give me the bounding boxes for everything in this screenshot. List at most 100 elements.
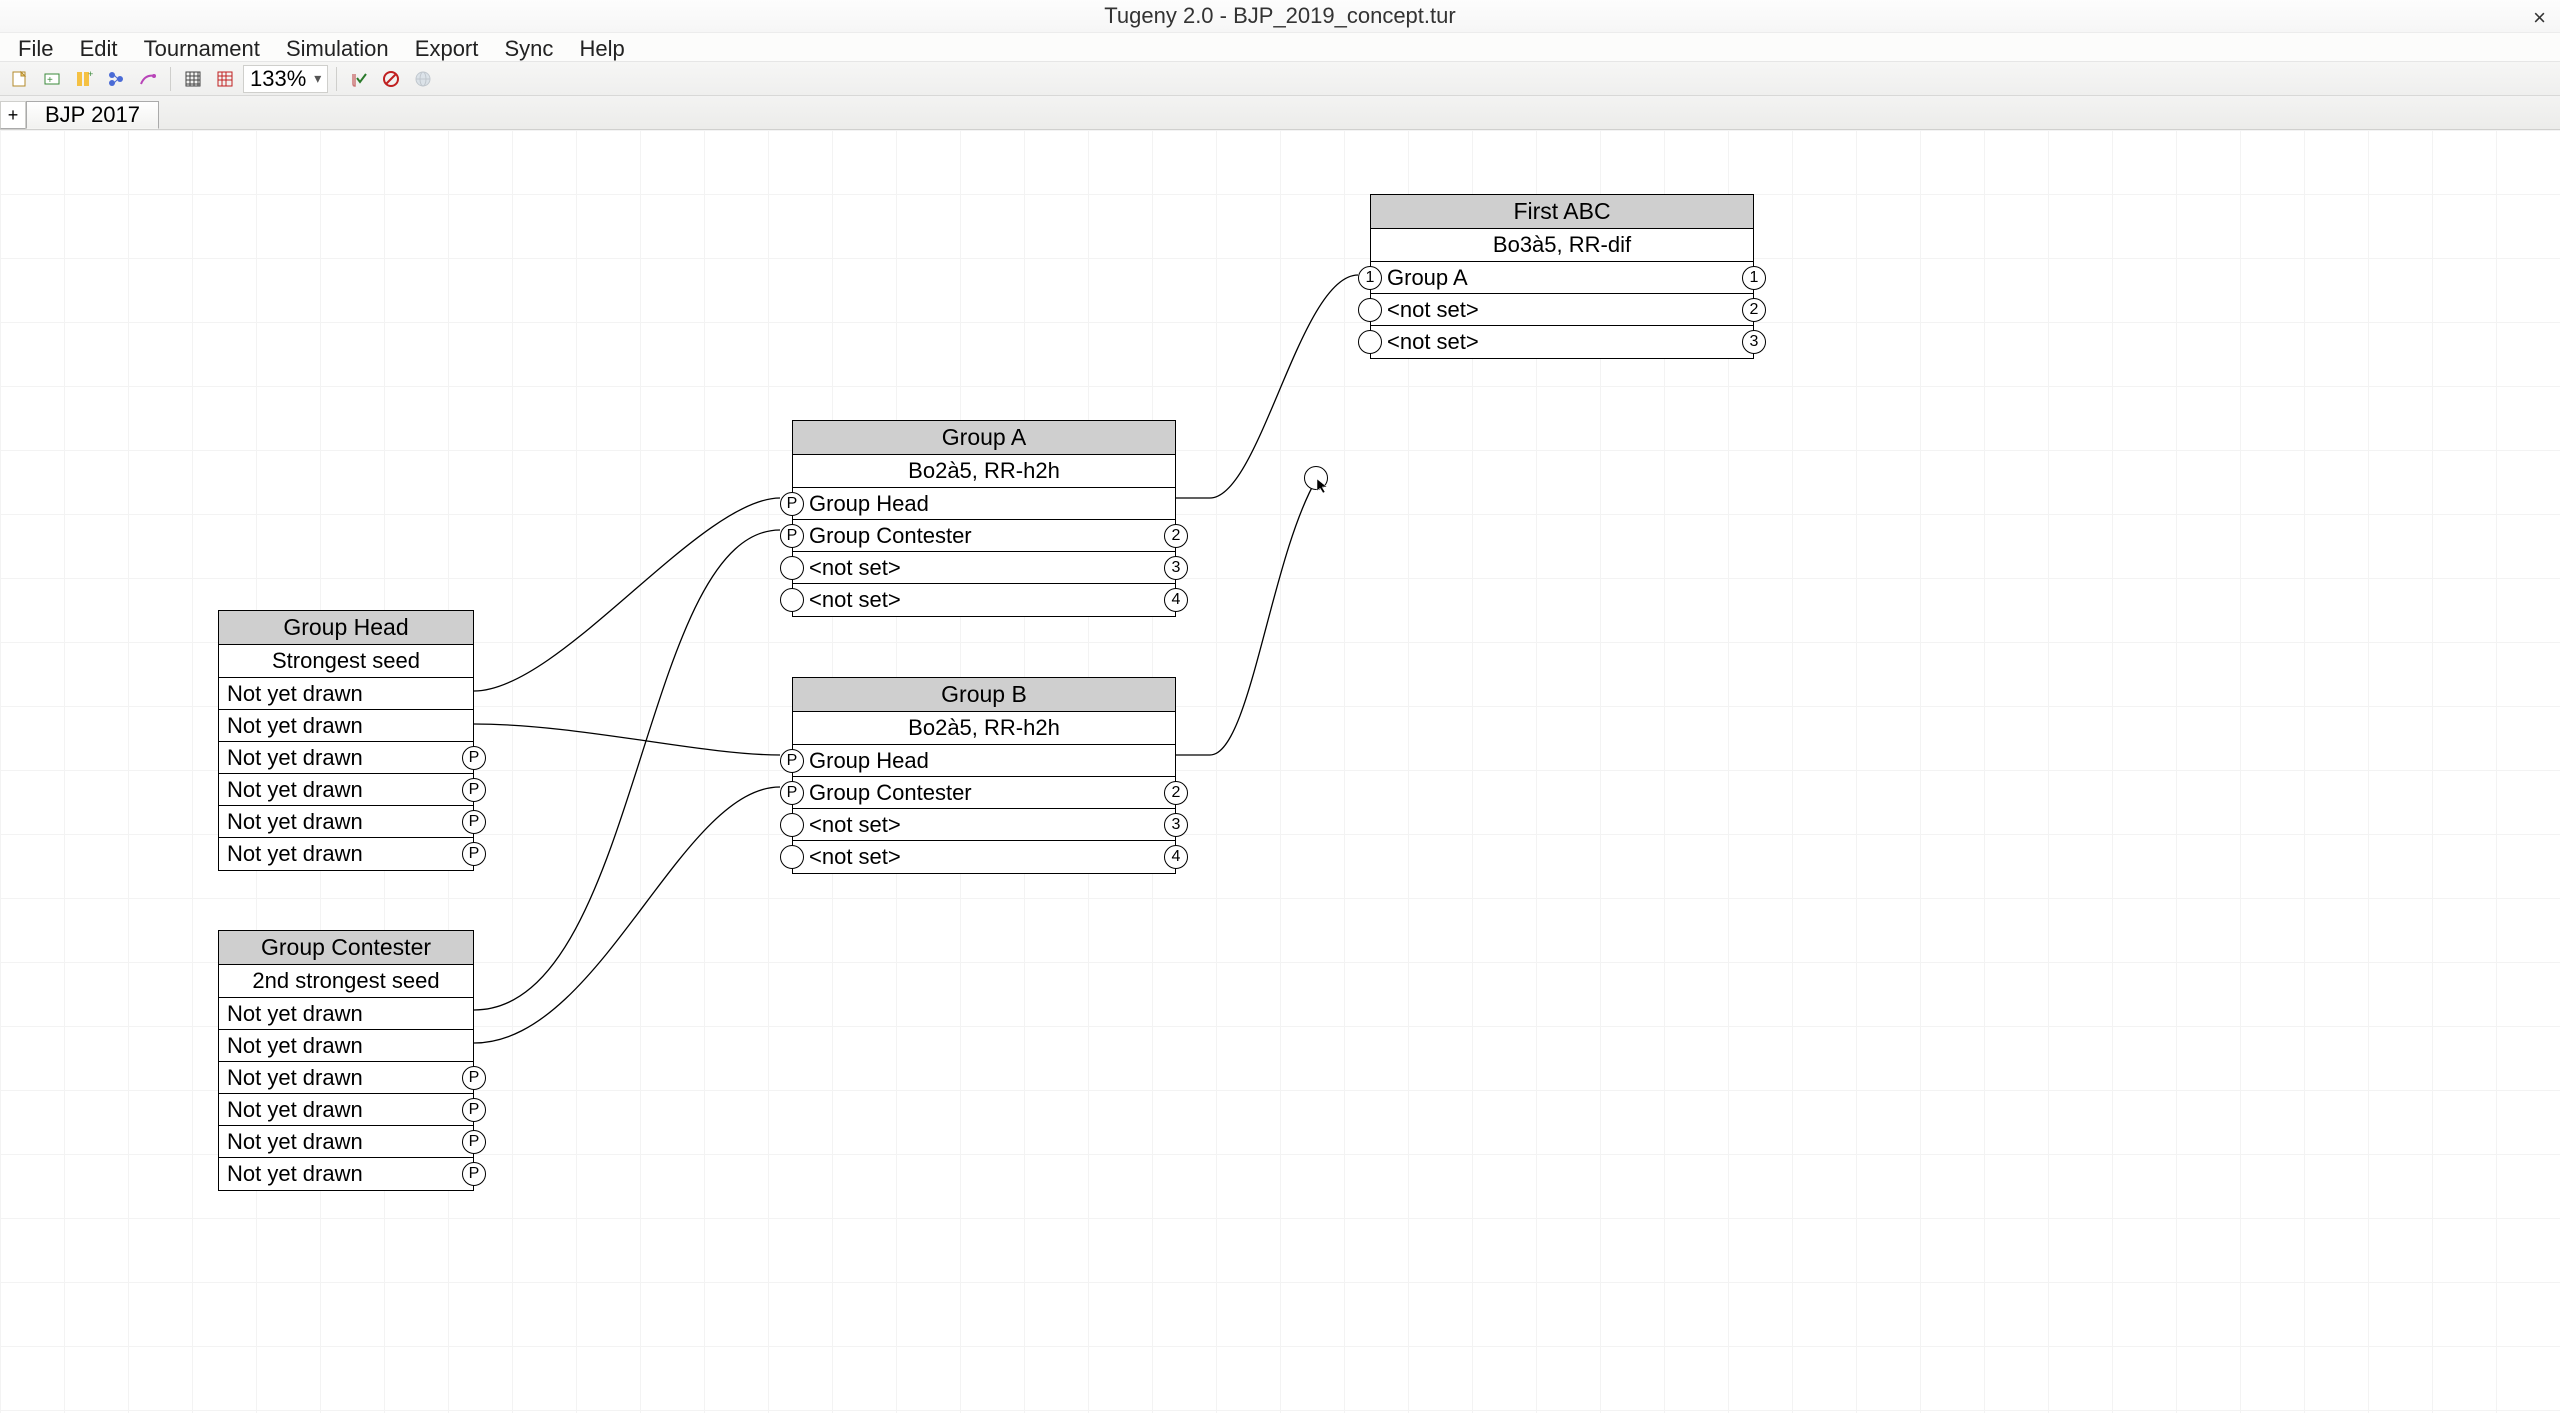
stage-row[interactable]: P Group Contester 2 — [793, 520, 1175, 552]
input-port[interactable] — [780, 845, 804, 869]
output-port[interactable]: P — [462, 1130, 486, 1154]
output-port[interactable]: 4 — [1164, 845, 1188, 869]
stage-row[interactable]: P Group Head — [793, 745, 1175, 777]
node-subtitle: Strongest seed — [219, 645, 473, 678]
output-port[interactable]: 1 — [1742, 266, 1766, 290]
svg-text:+: + — [47, 75, 53, 86]
output-port[interactable]: 2 — [1742, 298, 1766, 322]
grid-red-icon[interactable] — [211, 65, 239, 93]
new-stage-icon[interactable]: + — [38, 65, 66, 93]
zoom-value: 133% — [250, 66, 306, 92]
chevron-down-icon: ▾ — [314, 70, 321, 87]
seed-row[interactable]: Not yet drawn — [219, 1030, 473, 1062]
node-group-b[interactable]: Group B Bo2à5, RR-h2h P Group Head P Gro… — [792, 677, 1176, 874]
input-port[interactable] — [1358, 298, 1382, 322]
output-port[interactable]: P — [462, 810, 486, 834]
stage-row[interactable]: <not set> 3 — [793, 809, 1175, 841]
input-port[interactable]: P — [780, 781, 804, 805]
stage-row[interactable]: P Group Head — [793, 488, 1175, 520]
title-bar: Tugeny 2.0 - BJP_2019_concept.tur × — [0, 0, 2560, 32]
stage-row[interactable]: <not set> 3 — [1371, 326, 1753, 358]
delete-icon[interactable] — [134, 65, 162, 93]
output-port[interactable]: P — [462, 1098, 486, 1122]
menu-tournament[interactable]: Tournament — [134, 33, 270, 62]
node-subtitle: Bo2à5, RR-h2h — [793, 712, 1175, 745]
new-branch-icon[interactable] — [102, 65, 130, 93]
menu-simulation[interactable]: Simulation — [276, 33, 399, 62]
tab-bar: + BJP 2017 — [0, 96, 2560, 130]
seed-row[interactable]: Not yet drawnP — [219, 1158, 473, 1190]
node-title: Group A — [793, 421, 1175, 455]
seed-row[interactable]: Not yet drawnP — [219, 1126, 473, 1158]
grid-icon[interactable] — [179, 65, 207, 93]
menu-edit[interactable]: Edit — [70, 33, 128, 62]
node-title: Group Head — [219, 611, 473, 645]
tab-bjp2017[interactable]: BJP 2017 — [26, 101, 159, 129]
forbidden-icon[interactable] — [377, 65, 405, 93]
new-file-icon[interactable] — [6, 65, 34, 93]
output-port[interactable]: 4 — [1164, 588, 1188, 612]
seed-row[interactable]: Not yet drawnP — [219, 838, 473, 870]
toolbar: + + 133% ▾ — [0, 62, 2560, 96]
output-port[interactable]: 2 — [1164, 781, 1188, 805]
output-port[interactable]: 3 — [1164, 556, 1188, 580]
add-tab-button[interactable]: + — [0, 101, 26, 129]
node-group-contester[interactable]: Group Contester 2nd strongest seed Not y… — [218, 930, 474, 1191]
node-title: Group Contester — [219, 931, 473, 965]
output-port[interactable]: 3 — [1164, 813, 1188, 837]
output-port[interactable]: P — [462, 1162, 486, 1186]
stage-row[interactable]: <not set> 3 — [793, 552, 1175, 584]
input-port[interactable]: P — [780, 749, 804, 773]
menu-export[interactable]: Export — [405, 33, 489, 62]
stage-row[interactable]: P Group Contester 2 — [793, 777, 1175, 809]
menu-bar: File Edit Tournament Simulation Export S… — [0, 32, 2560, 62]
output-port[interactable]: 3 — [1742, 330, 1766, 354]
seed-row[interactable]: Not yet drawn — [219, 678, 473, 710]
node-subtitle: Bo2à5, RR-h2h — [793, 455, 1175, 488]
new-bracket-icon[interactable]: + — [70, 65, 98, 93]
menu-sync[interactable]: Sync — [495, 33, 564, 62]
menu-help[interactable]: Help — [570, 33, 635, 62]
input-port[interactable] — [780, 556, 804, 580]
svg-text:+: + — [88, 70, 93, 79]
input-port[interactable]: 1 — [1358, 266, 1382, 290]
toolbar-separator-2 — [336, 67, 337, 91]
input-port[interactable] — [780, 588, 804, 612]
stage-row[interactable]: <not set> 4 — [793, 841, 1175, 873]
node-subtitle: Bo3à5, RR-dif — [1371, 229, 1753, 262]
node-title: First ABC — [1371, 195, 1753, 229]
stage-row[interactable]: <not set> 4 — [793, 584, 1175, 616]
input-port[interactable]: P — [780, 492, 804, 516]
toolbar-separator — [170, 67, 171, 91]
seed-row[interactable]: Not yet drawnP — [219, 774, 473, 806]
close-icon[interactable]: × — [2533, 2, 2546, 34]
node-group-a[interactable]: Group A Bo2à5, RR-h2h P Group Head P Gro… — [792, 420, 1176, 617]
output-port[interactable]: P — [462, 778, 486, 802]
menu-file[interactable]: File — [8, 33, 63, 62]
globe-icon[interactable] — [409, 65, 437, 93]
seed-row[interactable]: Not yet drawnP — [219, 1062, 473, 1094]
zoom-selector[interactable]: 133% ▾ — [243, 65, 328, 93]
node-group-head[interactable]: Group Head Strongest seed Not yet drawn … — [218, 610, 474, 871]
input-port[interactable] — [780, 813, 804, 837]
output-port[interactable]: P — [462, 1066, 486, 1090]
validate-icon[interactable] — [345, 65, 373, 93]
output-port[interactable]: P — [462, 842, 486, 866]
node-subtitle: 2nd strongest seed — [219, 965, 473, 998]
seed-row[interactable]: Not yet drawnP — [219, 742, 473, 774]
canvas[interactable]: Group Head Strongest seed Not yet drawn … — [0, 130, 2560, 1413]
node-title: Group B — [793, 678, 1175, 712]
seed-row[interactable]: Not yet drawnP — [219, 1094, 473, 1126]
window-title: Tugeny 2.0 - BJP_2019_concept.tur — [1104, 3, 1455, 28]
input-port[interactable]: P — [780, 524, 804, 548]
seed-row[interactable]: Not yet drawn — [219, 710, 473, 742]
input-port[interactable] — [1358, 330, 1382, 354]
cursor-icon — [1316, 478, 1332, 494]
output-port[interactable]: P — [462, 746, 486, 770]
seed-row[interactable]: Not yet drawnP — [219, 806, 473, 838]
seed-row[interactable]: Not yet drawn — [219, 998, 473, 1030]
stage-row[interactable]: 1 Group A 1 — [1371, 262, 1753, 294]
stage-row[interactable]: <not set> 2 — [1371, 294, 1753, 326]
node-first-abc[interactable]: First ABC Bo3à5, RR-dif 1 Group A 1 <not… — [1370, 194, 1754, 359]
output-port[interactable]: 2 — [1164, 524, 1188, 548]
